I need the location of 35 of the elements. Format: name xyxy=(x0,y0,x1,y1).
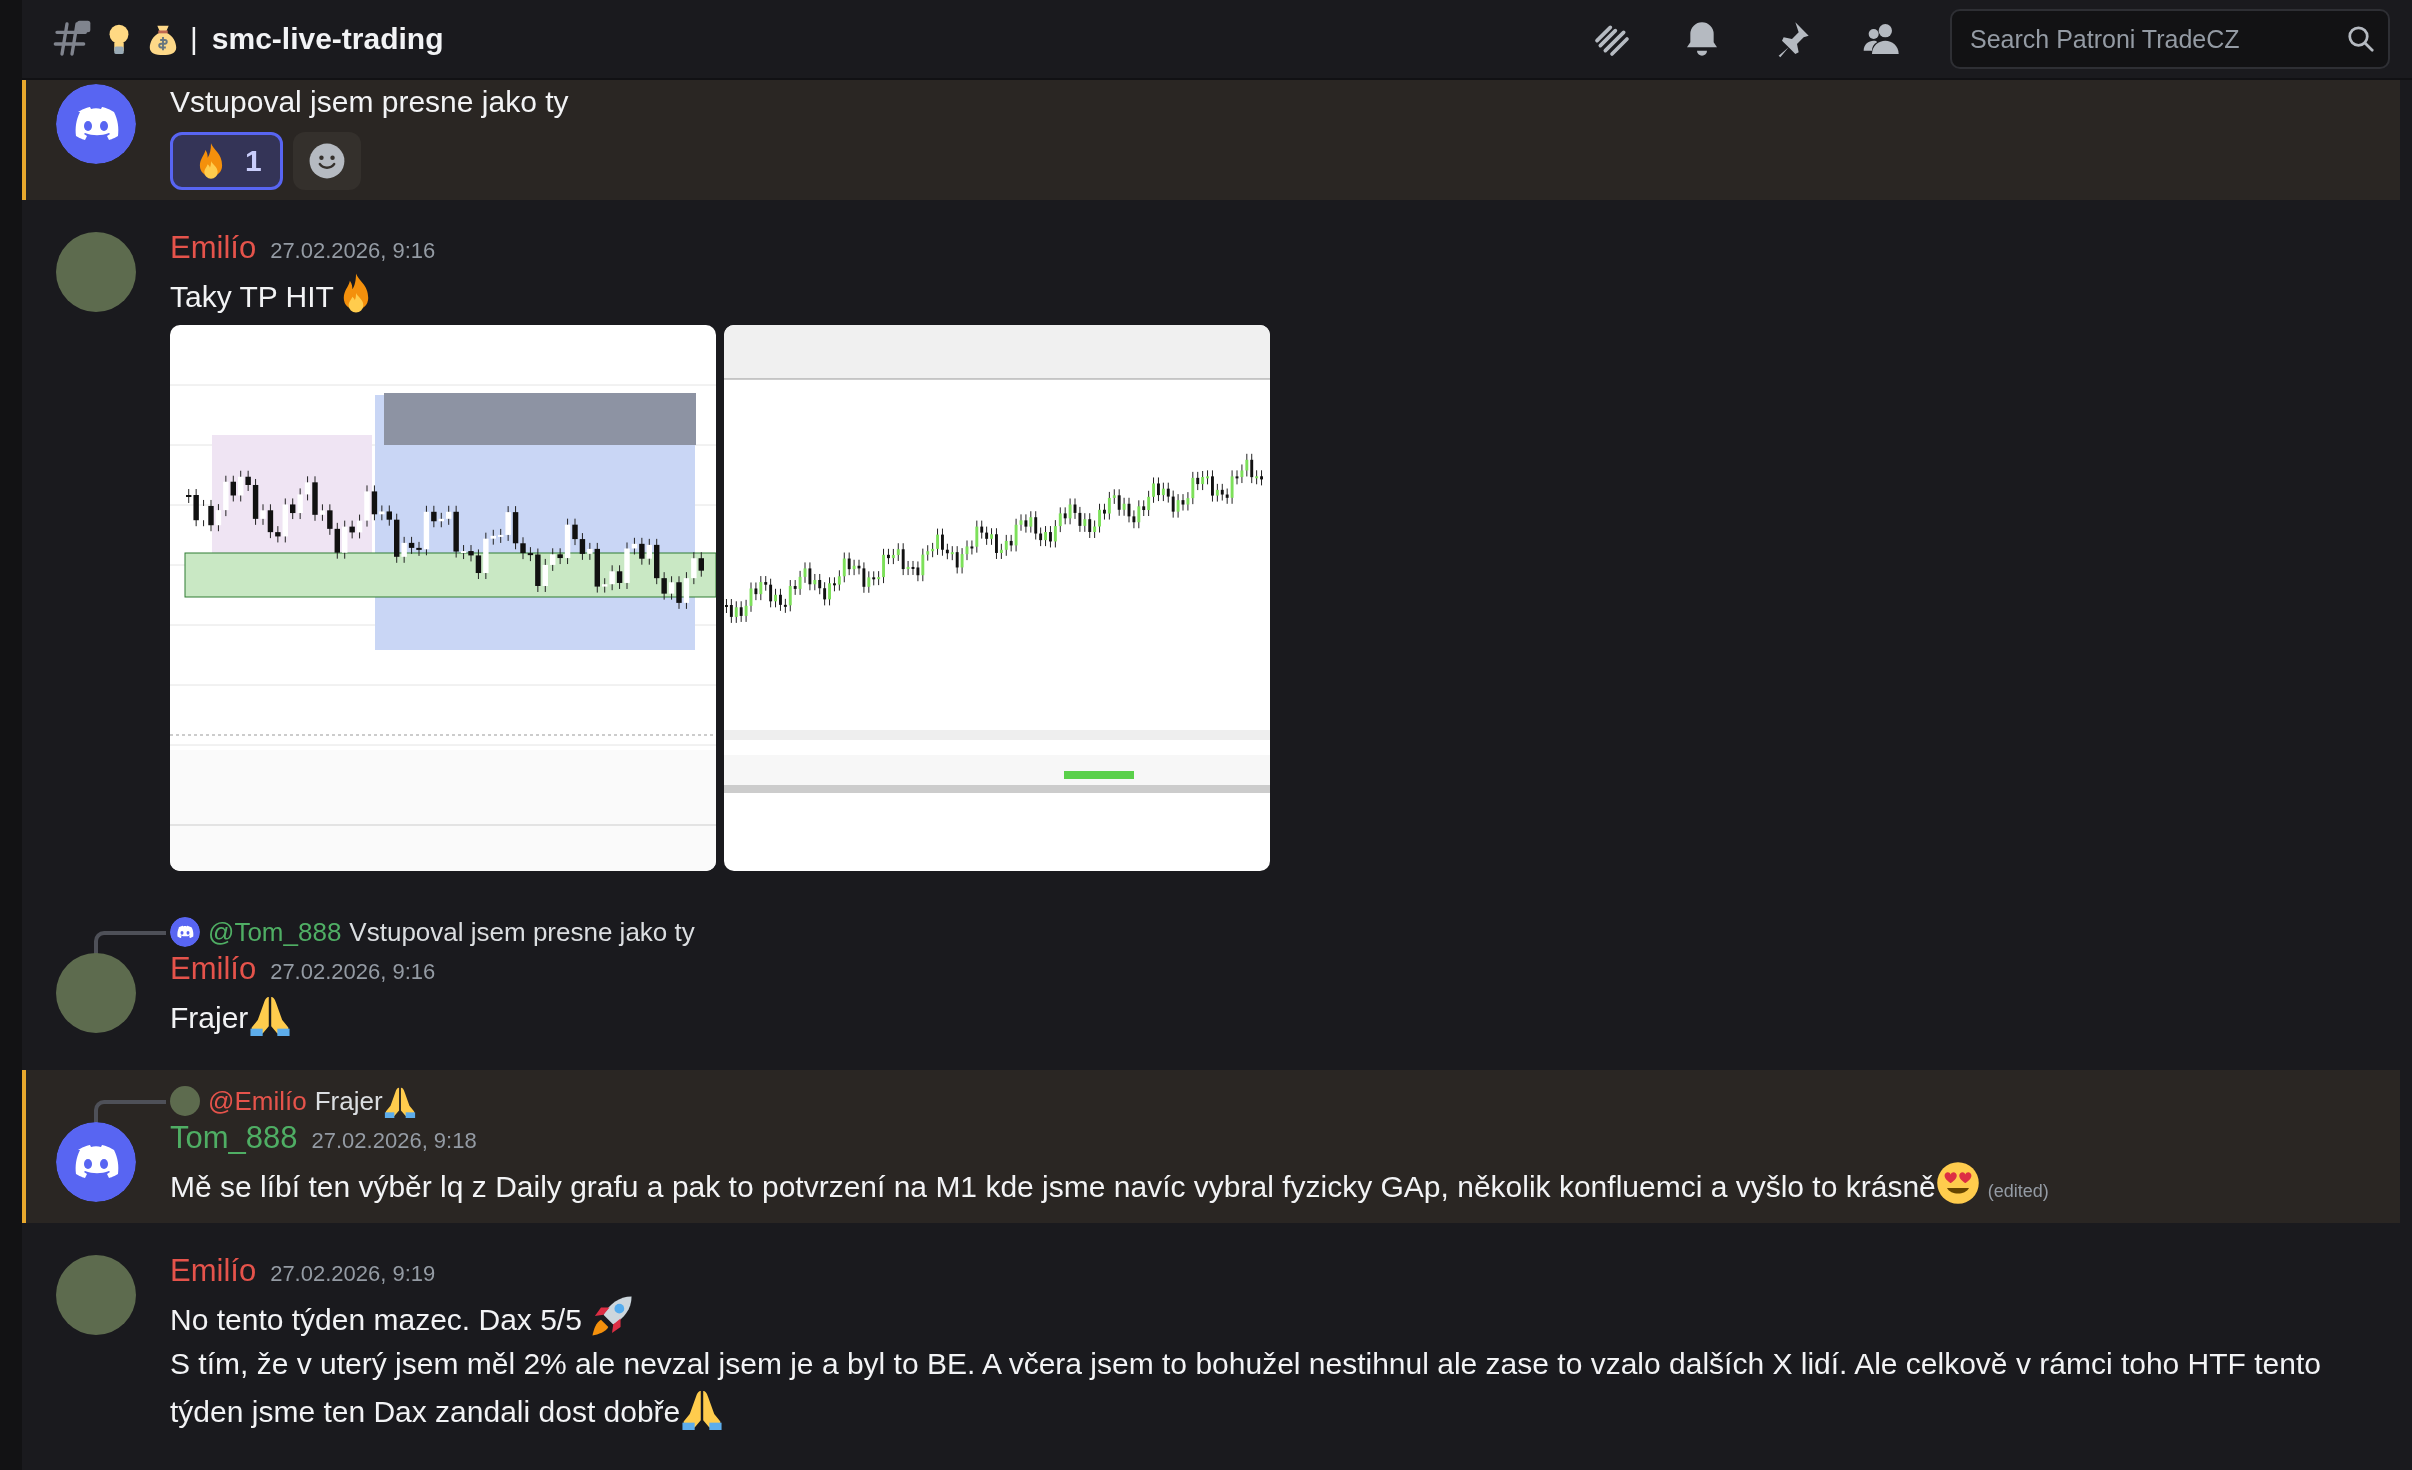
username[interactable]: Emilío xyxy=(170,949,257,989)
timestamp: 27.02.2026, 9:16 xyxy=(270,237,436,265)
discord-avatar-icon[interactable] xyxy=(56,84,136,164)
search-icon xyxy=(2346,24,2376,54)
edited-label: (edited) xyxy=(1987,1181,2049,1201)
username[interactable]: Emilío xyxy=(170,1251,257,1291)
rocket-icon xyxy=(590,1294,635,1338)
add-reaction-button[interactable] xyxy=(292,132,361,190)
discord-avatar-icon[interactable] xyxy=(170,917,200,947)
channel-name: smc-live-trading xyxy=(211,22,444,56)
discord-avatar-icon[interactable] xyxy=(56,1122,136,1202)
search-box[interactable]: Search Patroni TradeCZ xyxy=(1950,9,2390,69)
reaction-button[interactable]: 1 xyxy=(170,132,283,190)
message-text: No tento týden mazec. Dax 5/5 xyxy=(170,1294,2400,1342)
message-text: S tím, že v uterý jsem měl 2% ale nevzal jsem je a byl to BE. A včera jsem to bohužel nestihnul ale zase to vzalo dalších X lidí. Ale celkově v rámci toho HTF tento týden jsme ten Dax zandali dost dobře xyxy=(170,1346,2322,1432)
message-text: Taky TP HIT xyxy=(170,271,2400,319)
channel-separator: | xyxy=(190,22,198,56)
username[interactable]: Tom_888 xyxy=(170,1118,298,1158)
reply-mention[interactable]: @Emilío xyxy=(208,1085,307,1117)
avatar-photo-placeholder[interactable] xyxy=(170,1086,200,1116)
timestamp: 27.02.2026, 9:16 xyxy=(270,958,436,986)
smiley-icon xyxy=(307,142,346,180)
search-input[interactable]: Search Patroni TradeCZ xyxy=(1968,23,2346,55)
message-text: Mě se líbí ten výběr lq z Daily grafu a pak to potvrzení na M1 kde jsme navíc vybral fyzicky GAp, několik konfluemci a vyšlo to krásně (edited) xyxy=(170,1161,2400,1213)
heart-eyes-icon xyxy=(1935,1161,1980,1205)
reply-preview[interactable]: Frajer xyxy=(314,1084,417,1118)
message-text: Frajer xyxy=(170,992,2400,1040)
username[interactable]: Emilío xyxy=(170,228,257,268)
channel-hash-icon xyxy=(52,19,92,59)
reply-mention[interactable]: @Tom_888 xyxy=(208,916,342,948)
message-text: Vstupoval jsem presne jako ty xyxy=(170,84,570,120)
timestamp: 27.02.2026, 9:18 xyxy=(311,1127,477,1155)
reply-preview[interactable]: Vstupoval jsem presne jako ty xyxy=(349,916,695,948)
timestamp: 27.02.2026, 9:19 xyxy=(270,1260,436,1288)
chart-screenshot-drawing[interactable] xyxy=(170,325,716,871)
